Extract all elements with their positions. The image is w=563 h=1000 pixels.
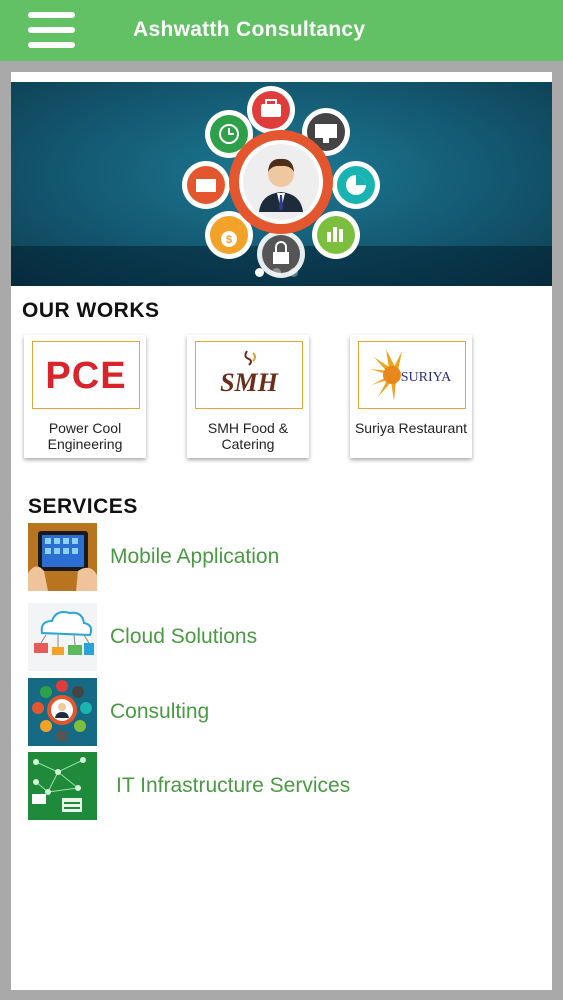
service-consulting[interactable]: Consulting <box>28 678 528 746</box>
service-label: Mobile Application <box>110 545 280 568</box>
svg-text:$: $ <box>226 234 232 246</box>
carousel-indicators <box>255 268 298 277</box>
banner-carousel[interactable]: $ <box>11 82 552 286</box>
carousel-dot[interactable] <box>272 268 281 277</box>
hamburger-menu-icon[interactable] <box>28 12 75 48</box>
service-label: Cloud Solutions <box>110 625 258 648</box>
network-icon <box>28 752 97 820</box>
carousel-dot[interactable] <box>255 268 264 277</box>
svg-text:SMH: SMH <box>220 368 279 397</box>
cloud-icon <box>28 603 97 671</box>
content-panel: $ OUR WORKS PCE Power Cool Engineering S… <box>11 72 552 990</box>
svg-text:PCE: PCE <box>45 355 126 397</box>
carousel-dot[interactable] <box>289 268 298 277</box>
work-card-label: Suriya Restaurant <box>354 420 468 436</box>
folder-icon <box>182 161 230 209</box>
our-works-heading: OUR WORKS <box>22 299 160 322</box>
consultant-hub-illustration: $ <box>182 86 380 278</box>
work-card-suriya[interactable]: SURIYA Suriya Restaurant <box>350 335 472 458</box>
service-label: IT Infrastructure Services <box>116 774 351 797</box>
pie-chart-icon <box>332 161 380 209</box>
svg-text:SURIYA: SURIYA <box>401 370 452 385</box>
app-bar: Ashwatth Consultancy <box>0 0 563 61</box>
suriya-logo: SURIYA <box>358 341 466 409</box>
service-it-infrastructure[interactable]: IT Infrastructure Services <box>28 752 528 820</box>
services-heading: SERVICES <box>28 495 138 518</box>
service-cloud-solutions[interactable]: Cloud Solutions <box>28 603 528 671</box>
consultant-icon <box>28 678 97 746</box>
work-card-smh[interactable]: SMH SMH Food & Catering <box>187 335 309 458</box>
service-mobile-application[interactable]: Mobile Application <box>28 523 528 591</box>
service-label: Consulting <box>110 700 210 723</box>
work-card-label: Power Cool Engineering <box>47 420 123 452</box>
work-card-label: SMH Food & Catering <box>207 420 289 452</box>
briefcase-icon <box>247 86 295 134</box>
pce-logo: PCE <box>32 341 140 409</box>
bar-chart-icon <box>312 211 360 259</box>
smh-logo: SMH <box>195 341 303 409</box>
work-card-pce[interactable]: PCE Power Cool Engineering <box>24 335 146 458</box>
tablet-apps-icon <box>28 523 97 591</box>
app-title: Ashwatth Consultancy <box>133 18 366 41</box>
